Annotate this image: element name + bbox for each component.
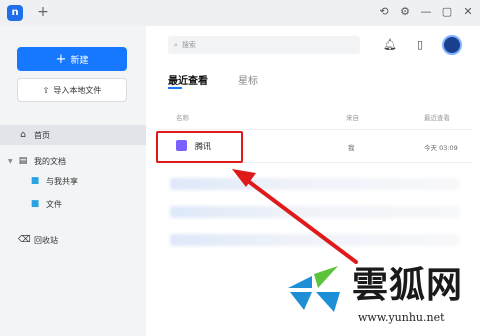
watermark-text: 雲狐网 <box>352 264 464 306</box>
watermark-logo-icon <box>288 266 340 312</box>
watermark-url: www.yunhu.net <box>358 311 445 324</box>
